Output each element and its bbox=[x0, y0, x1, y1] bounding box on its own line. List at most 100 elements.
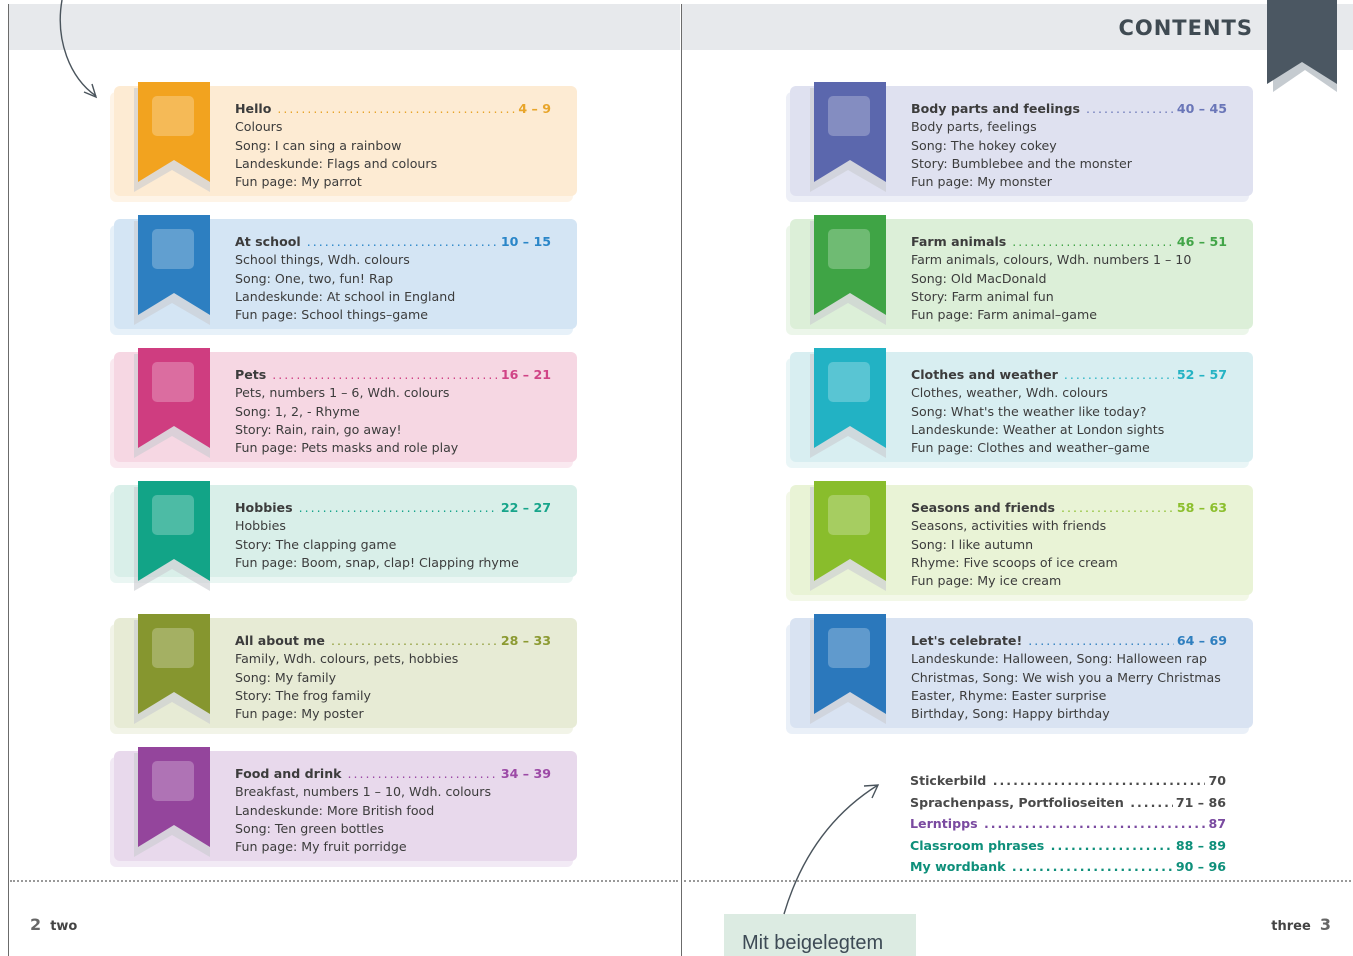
unit-title: Let's celebrate! bbox=[911, 633, 1023, 648]
unit-entry: Pets ...................................… bbox=[235, 366, 551, 457]
unit-entry: Farm animals ...........................… bbox=[911, 233, 1227, 324]
unit-ribbon-icon bbox=[810, 215, 886, 325]
unit-detail-line: Fun page: Pets masks and role play bbox=[235, 440, 459, 456]
unit-ribbon-icon bbox=[134, 481, 210, 591]
unit-heading-row: All about me ...........................… bbox=[235, 632, 551, 651]
unit-detail-line: Fun page: My fruit porridge bbox=[235, 839, 407, 855]
right-footer-rule bbox=[684, 880, 1351, 882]
unit-detail-line: Farm animals, colours, Wdh. numbers 1 – … bbox=[911, 252, 1192, 268]
bookmark-flag-icon bbox=[1267, 0, 1337, 92]
appendix-page-range: 88 – 89 bbox=[1172, 834, 1226, 856]
unit-detail-line: Birthday, Song: Happy birthday bbox=[911, 706, 1110, 722]
unit-detail-line: Seasons, activities with friends bbox=[911, 518, 1107, 534]
unit-title: Clothes and weather bbox=[911, 367, 1058, 382]
unit-heading-row: Clothes and weather ....................… bbox=[911, 366, 1227, 385]
unit-heading-row: Farm animals ...........................… bbox=[911, 233, 1227, 252]
unit-heading-row: Hobbies ................................… bbox=[235, 499, 551, 518]
appendix-row: My wordbank ............................… bbox=[910, 856, 1226, 878]
unit-title: Hello bbox=[235, 101, 272, 116]
unit-detail-line: Story: Rain, rain, go away! bbox=[235, 421, 402, 437]
unit-detail-line: Story: The clapping game bbox=[235, 536, 397, 552]
unit-detail-line: School things, Wdh. colours bbox=[235, 252, 410, 268]
appendix-label: Classroom phrases bbox=[910, 837, 1045, 853]
unit-entry: Hobbies ................................… bbox=[235, 499, 551, 572]
unit-detail-line: Song: One, two, fun! Rap bbox=[235, 270, 394, 286]
unit-ribbon-icon bbox=[134, 747, 210, 857]
unit-entry: Seasons and friends ....................… bbox=[911, 499, 1227, 590]
unit-detail-line: Fun page: My monster bbox=[911, 174, 1052, 190]
unit-heading-row: Hello ..................................… bbox=[235, 100, 551, 119]
unit-page-range: 4 – 9 bbox=[515, 100, 551, 119]
unit-detail-line: Song: Ten green bottles bbox=[235, 820, 384, 836]
unit-page-range: 64 – 69 bbox=[1173, 632, 1227, 651]
unit-heading-row: Seasons and friends ....................… bbox=[911, 499, 1227, 518]
unit-detail-line: Song: 1, 2, - Rhyme bbox=[235, 403, 360, 419]
unit-detail-line: Fun page: Boom, snap, clap! Clapping rhy… bbox=[235, 554, 519, 570]
unit-detail-line: Story: Farm animal fun bbox=[911, 288, 1054, 304]
left-footer-rule bbox=[10, 880, 678, 882]
unit-detail-line: Clothes, weather, Wdh. colours bbox=[911, 385, 1108, 401]
unit-heading-row: At school ..............................… bbox=[235, 233, 551, 252]
unit-ribbon-icon bbox=[134, 614, 210, 724]
unit-ribbon-icon bbox=[134, 82, 210, 192]
unit-title: Food and drink bbox=[235, 766, 342, 781]
appendix-row: Sprachenpass, Portfolioseiten ..........… bbox=[910, 791, 1226, 813]
appendix-label: Stickerbild bbox=[910, 773, 987, 788]
contents-heading: CONTENTS bbox=[1118, 16, 1253, 40]
unit-title: Body parts and feelings bbox=[911, 101, 1081, 116]
unit-page-range: 10 – 15 bbox=[497, 233, 551, 252]
appendix-label: Sprachenpass, Portfolioseiten bbox=[910, 794, 1124, 810]
unit-page-range: 16 – 21 bbox=[497, 366, 551, 385]
unit-page-range: 46 – 51 bbox=[1173, 233, 1227, 252]
right-page-number: three 3 bbox=[1271, 915, 1331, 934]
unit-detail-line: Landeskunde: Flags and colours bbox=[235, 155, 438, 171]
unit-detail-line: Fun page: My ice cream bbox=[911, 573, 1062, 589]
unit-page-range: 34 – 39 bbox=[497, 765, 551, 784]
unit-detail-line: Easter, Rhyme: Easter surprise bbox=[911, 687, 1107, 703]
unit-detail-line: Fun page: School things–game bbox=[235, 307, 429, 323]
unit-entry: Hello ..................................… bbox=[235, 100, 551, 191]
appendix-page-range: 70 bbox=[1205, 770, 1226, 792]
appendix-label: My wordbank bbox=[910, 859, 1006, 874]
appendix-page-range: 87 bbox=[1205, 813, 1226, 835]
unit-title: Pets bbox=[235, 367, 267, 382]
appendix-page-range: 90 – 96 bbox=[1172, 856, 1226, 878]
unit-entry: Let's celebrate! .......................… bbox=[911, 632, 1227, 723]
unit-detail-line: Rhyme: Five scoops of ice cream bbox=[911, 554, 1118, 570]
appendix-row: Classroom phrases ......................… bbox=[910, 834, 1226, 856]
unit-heading-row: Pets ...................................… bbox=[235, 366, 551, 385]
left-page-number: 2 two bbox=[30, 915, 78, 934]
unit-heading-row: Let's celebrate! .......................… bbox=[911, 632, 1227, 651]
unit-detail-line: Song: The hokey cokey bbox=[911, 137, 1057, 153]
unit-entry: At school ..............................… bbox=[235, 233, 551, 324]
sticky-note-text: Mit beigelegtem bbox=[742, 932, 884, 954]
unit-detail-line: Song: I like autumn bbox=[911, 536, 1034, 552]
unit-detail-line: Song: What's the weather like today? bbox=[911, 403, 1147, 419]
appendix-row: Lerntipps ..............................… bbox=[910, 813, 1226, 835]
unit-entry: Food and drink .........................… bbox=[235, 765, 551, 856]
unit-detail-line: Song: I can sing a rainbow bbox=[235, 137, 402, 153]
unit-detail-line: Landeskunde: At school in England bbox=[235, 288, 456, 304]
unit-detail-line: Colours bbox=[235, 119, 283, 135]
unit-detail-line: Landeskunde: Halloween, Song: Halloween … bbox=[911, 651, 1208, 667]
unit-detail-line: Song: My family bbox=[235, 669, 337, 685]
unit-ribbon-icon bbox=[810, 348, 886, 458]
unit-detail-line: Landeskunde: More British food bbox=[235, 802, 435, 818]
unit-detail-line: Landeskunde: Weather at London sights bbox=[911, 421, 1165, 437]
appendix-page-range: 71 – 86 bbox=[1172, 791, 1226, 813]
appendix-row: Stickerbild ............................… bbox=[910, 770, 1226, 792]
unit-detail-line: Breakfast, numbers 1 – 10, Wdh. colours bbox=[235, 784, 492, 800]
unit-heading-row: Food and drink .........................… bbox=[235, 765, 551, 784]
unit-ribbon-icon bbox=[134, 215, 210, 325]
appendix-list: Stickerbild ............................… bbox=[910, 770, 1226, 878]
unit-detail-line: Fun page: Clothes and weather–game bbox=[911, 440, 1150, 456]
unit-detail-line: Fun page: My parrot bbox=[235, 174, 362, 190]
unit-heading-row: Body parts and feelings ................… bbox=[911, 100, 1227, 119]
unit-title: All about me bbox=[235, 633, 325, 648]
unit-ribbon-icon bbox=[810, 481, 886, 591]
unit-ribbon-icon bbox=[810, 82, 886, 192]
unit-detail-line: Fun page: My poster bbox=[235, 706, 364, 722]
unit-detail-line: Body parts, feelings bbox=[911, 119, 1037, 135]
unit-entry: Clothes and weather ....................… bbox=[911, 366, 1227, 457]
unit-detail-line: Family, Wdh. colours, pets, hobbies bbox=[235, 651, 459, 667]
